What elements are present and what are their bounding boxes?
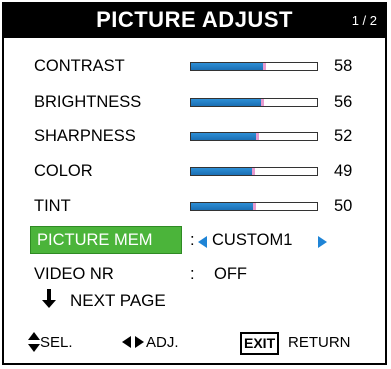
slider-fill [191,63,264,70]
setting-row-sharpness[interactable]: SHARPNESS 52 [4,122,385,154]
picture-adjust-menu: PICTURE ADJUST 1 / 2 CONTRAST 58 BRIGHTN… [2,2,387,365]
sharpness-slider[interactable] [190,132,318,141]
setting-value: 58 [334,57,353,75]
menu-title: PICTURE ADJUST [96,7,293,32]
key-legend: SEL. ADJ. EXIT RETURN [4,330,385,360]
color-slider[interactable] [190,167,318,176]
left-right-arrow-icon [122,336,144,348]
tint-slider[interactable] [190,202,318,211]
slider-marker [252,168,255,175]
next-page-item[interactable]: NEXT PAGE [42,289,166,311]
slider-fill [191,99,262,106]
setting-label: PICTURE MEM [37,231,153,249]
setting-label: TINT [34,197,71,215]
exit-key-icon: EXIT [240,332,280,355]
contrast-slider[interactable] [190,62,318,71]
option-value: OFF [214,265,247,283]
setting-value: 49 [334,162,353,180]
up-down-arrow-icon [28,332,40,352]
slider-marker [261,99,264,106]
slider-marker [263,63,266,70]
slider-marker [253,203,256,210]
setting-row-color[interactable]: COLOR 49 [4,157,385,189]
slider-fill [191,168,253,175]
separator: : [190,231,195,249]
slider-fill [191,203,254,210]
selection-highlight[interactable]: PICTURE MEM [30,226,182,254]
setting-label: CONTRAST [34,57,125,75]
separator: : [190,265,195,283]
setting-label: COLOR [34,162,93,180]
option-value: CUSTOM1 [212,231,293,249]
setting-row-tint[interactable]: TINT 50 [4,192,385,224]
return-label: RETURN [288,334,351,351]
setting-label: VIDEO NR [34,265,114,283]
setting-row-picture-mem[interactable]: PICTURE MEM : CUSTOM1 [4,226,385,258]
setting-value: 56 [334,93,353,111]
adjust-label: ADJ. [146,334,179,351]
arrow-right-icon[interactable] [318,236,327,248]
next-page-label: NEXT PAGE [70,291,166,310]
menu-header: PICTURE ADJUST 1 / 2 [4,4,385,38]
setting-value: 50 [334,197,353,215]
setting-label: BRIGHTNESS [34,93,142,111]
down-arrow-icon [42,289,56,308]
setting-value: 52 [334,127,353,145]
setting-row-contrast[interactable]: CONTRAST 58 [4,52,385,84]
setting-row-video-nr[interactable]: VIDEO NR : OFF [4,260,385,292]
page-indicator: 1 / 2 [351,13,377,28]
brightness-slider[interactable] [190,98,318,107]
setting-row-brightness[interactable]: BRIGHTNESS 56 [4,88,385,120]
setting-label: SHARPNESS [34,127,136,145]
select-label: SEL. [40,334,73,351]
slider-fill [191,133,257,140]
arrow-left-icon[interactable] [198,236,207,248]
slider-marker [256,133,259,140]
